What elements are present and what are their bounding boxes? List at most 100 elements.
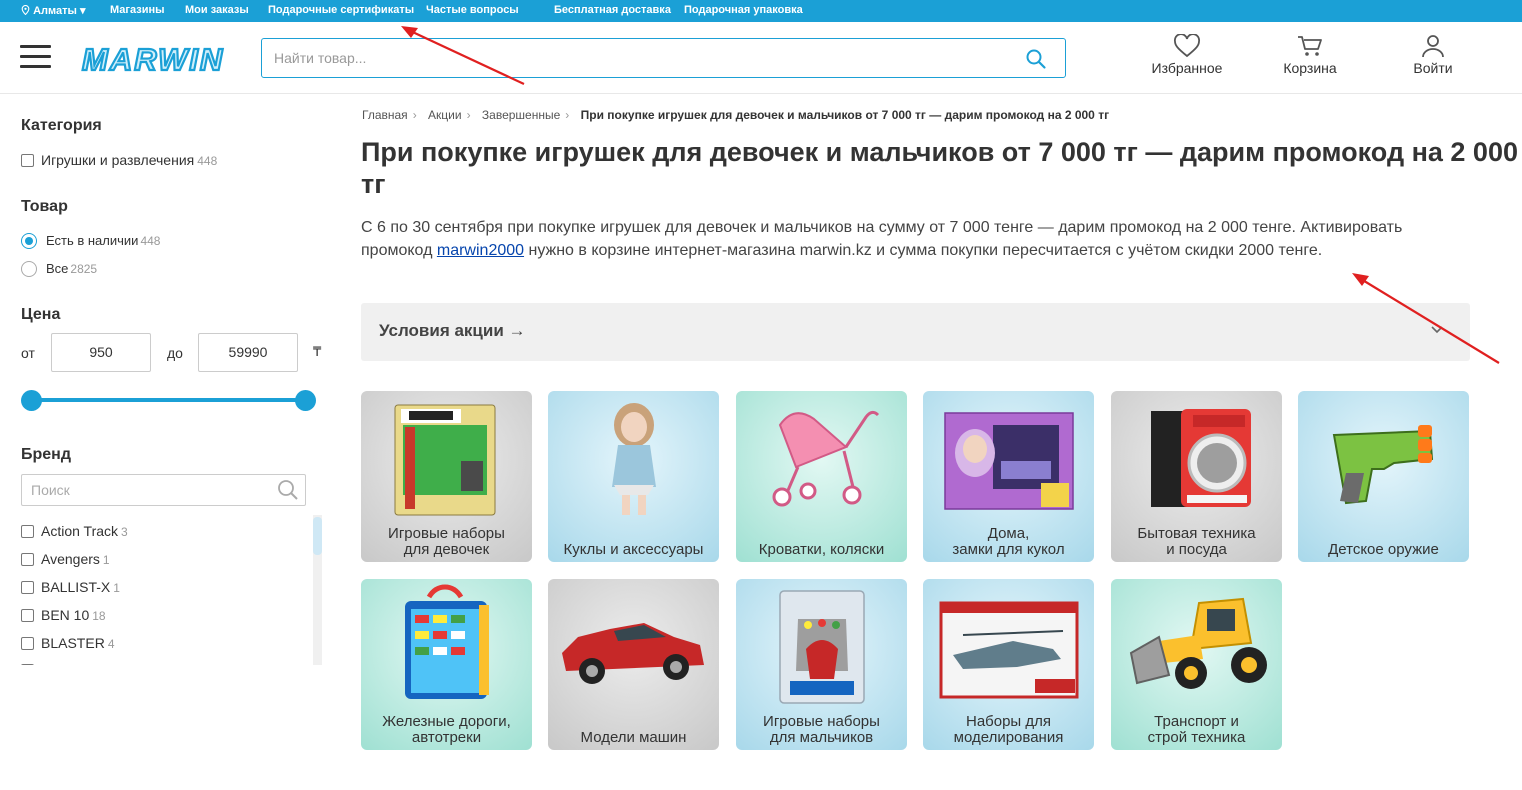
topbar-link-faq[interactable]: Частые вопросы [426, 4, 519, 16]
checkbox[interactable] [21, 553, 34, 566]
radio-button[interactable] [21, 233, 37, 249]
search-input[interactable] [262, 39, 1002, 77]
checkbox[interactable] [21, 637, 34, 650]
description-text: нужно в корзине интернет-магазина marwin… [524, 242, 1323, 259]
brand-item[interactable]: Avengers 1 [21, 551, 110, 567]
category-label: Наборы для моделирования [953, 713, 1064, 746]
city-selector[interactable]: Алматы ▾ [21, 4, 85, 17]
brand-search-box [21, 474, 306, 506]
checkbox[interactable] [21, 154, 34, 167]
category-card[interactable]: Куклы и аксессуары [548, 391, 719, 562]
breadcrumb: Главная › Акции › Завершенные › При покупке… [362, 108, 1110, 122]
category-label: Бытовая техника и посуда [1137, 525, 1256, 558]
filter-option-label: Игрушки и развлечения [41, 152, 195, 168]
breadcrumb-promotions[interactable]: Акции [428, 108, 462, 122]
price-slider-min-handle[interactable] [21, 390, 42, 411]
cart-button[interactable]: Корзина [1280, 34, 1340, 76]
category-label: Транспорт и строй техника [1147, 713, 1246, 746]
washing-machine-icon [1151, 409, 1251, 507]
radio-button[interactable] [21, 261, 37, 277]
category-card[interactable]: Игровые наборы для мальчиков [736, 579, 907, 750]
doll-icon [612, 403, 656, 515]
category-card[interactable]: Наборы для моделирования [923, 579, 1094, 750]
checkbox[interactable] [21, 581, 34, 594]
category-label: Дома, замки для кукол [952, 525, 1065, 558]
favorites-button[interactable]: Избранное [1148, 34, 1226, 76]
logo[interactable]: MARWIN [80, 41, 238, 78]
filter-option-count: 2825 [70, 262, 98, 276]
category-card[interactable]: Транспорт и строй техника [1111, 579, 1282, 750]
brand-search-input[interactable] [22, 475, 272, 505]
filter-stock-all[interactable]: Все 2825 [21, 261, 97, 277]
toy-blaster-icon [1332, 425, 1434, 505]
category-label: Кроватки, коляски [758, 541, 885, 558]
category-card[interactable]: Детское оружие [1298, 391, 1469, 562]
topbar-link-gift-cards[interactable]: Подарочные сертификаты [268, 4, 414, 16]
filter-title-brand: Бренд [21, 446, 71, 463]
header: MARWIN Избранное Корзина Войти [0, 22, 1522, 94]
checkbox[interactable] [21, 664, 34, 665]
filter-option-count: 448 [197, 154, 218, 168]
bulldozer-icon [1129, 597, 1267, 689]
brand-item[interactable] [21, 662, 41, 665]
topbar-link-gift-wrap[interactable]: Подарочная упаковка [684, 4, 803, 16]
filter-title-price: Цена [21, 306, 61, 323]
currency-sign: ₸ [313, 344, 322, 359]
chevron-down-icon [1431, 326, 1443, 334]
location-pin-icon [21, 4, 30, 16]
search-icon[interactable] [1025, 48, 1047, 70]
category-card[interactable]: Игровые наборы для девочек [361, 391, 532, 562]
price-max-input[interactable]: 59990 [198, 333, 298, 372]
category-label: Железные дороги, автотреки [382, 713, 511, 746]
filter-stock-available[interactable]: Есть в наличии 448 [21, 233, 160, 249]
brand-count: 1 [102, 553, 110, 567]
cart-icon [1298, 36, 1322, 56]
price-to-label: до [167, 345, 183, 361]
login-button[interactable]: Войти [1408, 34, 1458, 76]
brand-item[interactable]: Action Track 3 [21, 523, 128, 539]
brand-item[interactable]: BLASTER 4 [21, 635, 115, 651]
car-case-icon [405, 584, 489, 699]
brand-item[interactable]: BALLIST-X 1 [21, 579, 120, 595]
price-min-input[interactable]: 950 [51, 333, 151, 372]
favorites-label: Избранное [1151, 60, 1223, 76]
category-card[interactable]: Дома, замки для кукол [923, 391, 1094, 562]
breadcrumb-finished[interactable]: Завершенные [482, 108, 560, 122]
price-slider-track[interactable] [31, 398, 306, 402]
brand-label: BALLIST-X [41, 579, 111, 595]
breadcrumb-home[interactable]: Главная [362, 108, 408, 122]
scrollbar-thumb[interactable] [313, 517, 322, 555]
logo-text: MARWIN [82, 42, 224, 76]
category-card[interactable]: Кроватки, коляски [736, 391, 907, 562]
brand-item[interactable]: BEN 10 18 [21, 607, 106, 623]
helicopter-kit-icon [939, 601, 1079, 699]
doll-house-icon [944, 412, 1074, 510]
category-card[interactable]: Модели машин [548, 579, 719, 750]
category-label: Детское оружие [1328, 541, 1439, 558]
checkbox[interactable] [21, 525, 34, 538]
brand-label: BEN 10 [41, 607, 90, 623]
conditions-accordion[interactable]: Условия акции → [361, 303, 1470, 361]
topbar-link-stores[interactable]: Магазины [110, 4, 165, 16]
topbar-link-orders[interactable]: Мои заказы [185, 4, 249, 16]
price-slider-max-handle[interactable] [295, 390, 316, 411]
menu-icon[interactable] [20, 44, 51, 70]
brand-count: 1 [113, 581, 120, 595]
category-label: Куклы и аксессуары [563, 541, 704, 558]
category-card[interactable]: Бытовая техника и посуда [1111, 391, 1282, 562]
login-label: Войти [1413, 60, 1453, 76]
topbar-link-free-delivery[interactable]: Бесплатная доставка [554, 4, 671, 16]
checkbox[interactable] [21, 609, 34, 622]
category-card[interactable]: Железные дороги, автотреки [361, 579, 532, 750]
filter-category-toys[interactable]: Игрушки и развлечения 448 [21, 152, 217, 168]
brand-label: Action Track [41, 523, 119, 539]
model-car-icon [562, 623, 704, 684]
search-icon [278, 480, 298, 500]
brand-list-scrollbar[interactable] [313, 515, 322, 665]
city-label: Алматы [33, 5, 77, 17]
brand-label: Avengers [41, 551, 100, 567]
filter-title-stock: Товар [21, 198, 68, 215]
promo-code-link[interactable]: marwin2000 [437, 242, 524, 259]
heart-icon [1174, 34, 1200, 58]
top-bar: Алматы ▾ Магазины Мои заказы Подарочные … [0, 0, 1522, 22]
